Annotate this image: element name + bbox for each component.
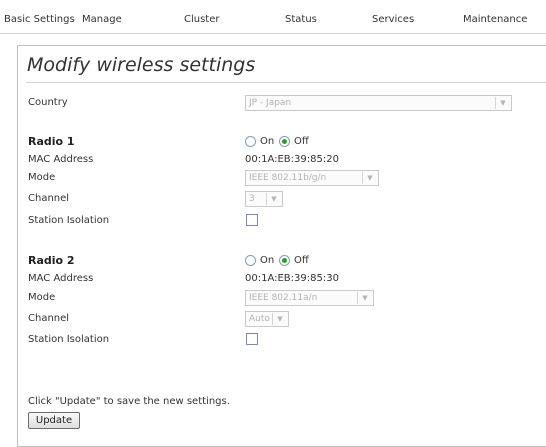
radio2-on-label: On [260, 255, 275, 266]
radio1-isolation-label: Station Isolation [28, 215, 110, 226]
radio1-mac-label: MAC Address [28, 154, 94, 165]
radio1-off-label: Off [294, 136, 309, 147]
radio1-mode-select[interactable]: IEEE 802.11b/g/n ▼ [245, 170, 379, 186]
chevron-down-icon: ▼ [495, 97, 510, 109]
radio-selected-icon [282, 258, 287, 263]
radio2-mac-value: 00:1A:EB:39:85:30 [245, 273, 339, 284]
radio2-mode-select[interactable]: IEEE 802.11a/n ▼ [245, 290, 374, 306]
radio1-channel-select[interactable]: 3 ▼ [245, 191, 283, 207]
chevron-down-icon: ▼ [266, 193, 281, 205]
chevron-down-icon: ▼ [272, 313, 287, 325]
chevron-down-icon: ▼ [357, 292, 372, 304]
radio2-mac-label: MAC Address [28, 273, 94, 284]
radio2-off-radio[interactable] [279, 255, 290, 266]
radio1-on-radio[interactable] [245, 136, 256, 147]
radio2-channel-value: Auto [249, 314, 270, 324]
top-navigation: Basic Settings Manage Cluster Status Ser… [0, 0, 546, 34]
radio1-mode-value: IEEE 802.11b/g/n [249, 173, 327, 183]
radio1-on-label: On [260, 136, 275, 147]
tab-services[interactable]: Services [372, 14, 414, 25]
tab-maintenance[interactable]: Maintenance [463, 14, 527, 25]
radio2-channel-label: Channel [28, 313, 70, 324]
country-label: Country [28, 97, 68, 108]
radio2-mode-value: IEEE 802.11a/n [249, 293, 318, 303]
tab-manage[interactable]: Manage [82, 14, 122, 25]
radio1-off-radio[interactable] [279, 136, 290, 147]
country-select[interactable]: JP - Japan ▼ [245, 95, 512, 111]
radio2-mode-label: Mode [28, 292, 56, 303]
tab-basic-settings[interactable]: Basic Settings [4, 14, 75, 25]
chevron-down-icon: ▼ [362, 172, 377, 184]
radio2-off-label: Off [294, 255, 309, 266]
radio2-isolation-label: Station Isolation [28, 334, 110, 345]
radio1-channel-value: 3 [249, 194, 255, 204]
radio2-isolation-checkbox[interactable] [246, 333, 258, 345]
country-select-value: JP - Japan [249, 98, 292, 108]
radio-selected-icon [282, 139, 287, 144]
radio2-heading: Radio 2 [28, 254, 75, 267]
radio1-heading: Radio 1 [28, 135, 75, 148]
radio1-mode-label: Mode [28, 172, 56, 183]
tab-status[interactable]: Status [285, 14, 317, 25]
radio2-channel-select[interactable]: Auto ▼ [245, 311, 289, 327]
radio1-channel-label: Channel [28, 193, 70, 204]
page-title: Modify wireless settings [27, 54, 256, 76]
radio2-on-radio[interactable] [245, 255, 256, 266]
radio1-isolation-checkbox[interactable] [246, 214, 258, 226]
update-hint: Click "Update" to save the new settings. [28, 396, 230, 407]
title-divider [26, 82, 546, 83]
radio1-mac-value: 00:1A:EB:39:85:20 [245, 154, 339, 165]
tab-cluster[interactable]: Cluster [184, 14, 220, 25]
update-button[interactable]: Update [28, 412, 80, 429]
